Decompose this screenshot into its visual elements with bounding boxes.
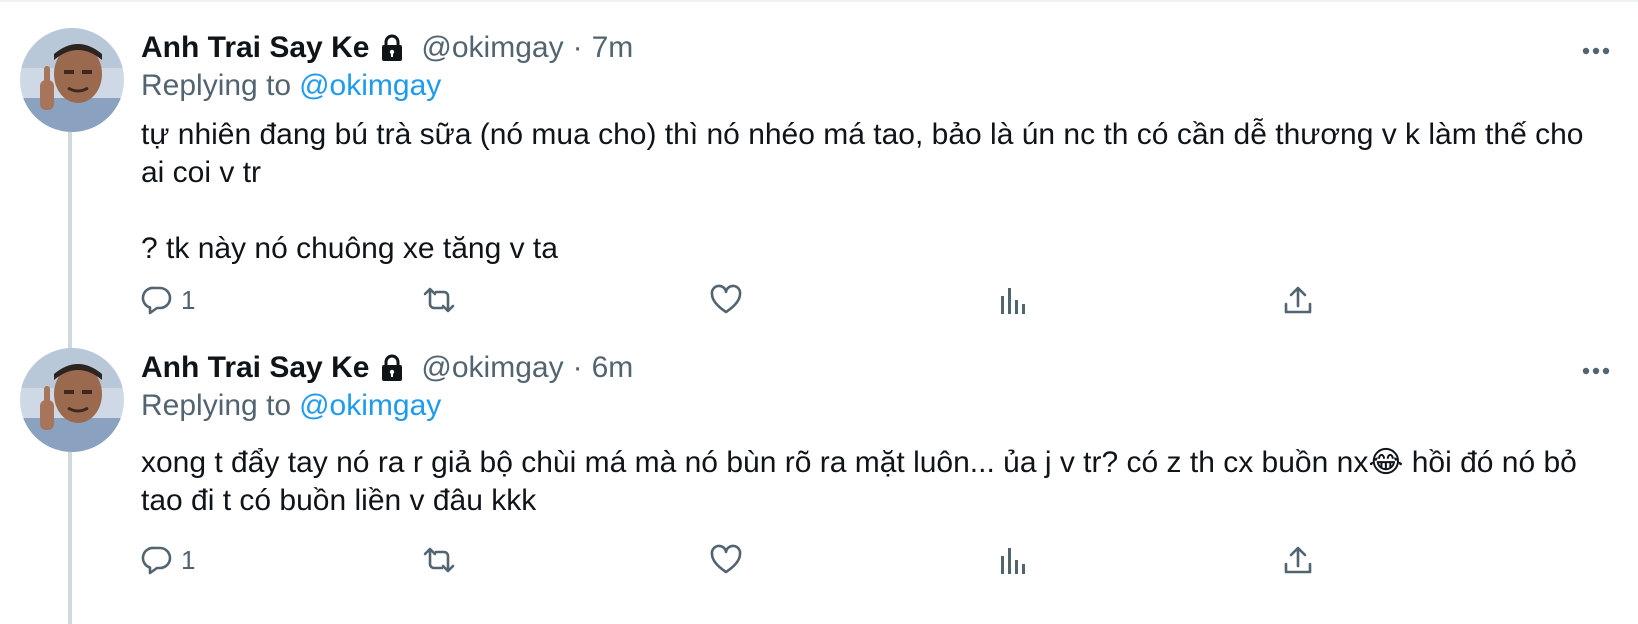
retweet-button[interactable] — [421, 540, 457, 580]
replying-label: Replying to — [141, 69, 292, 102]
views-button[interactable] — [999, 280, 1027, 320]
reply-count: 1 — [181, 544, 196, 575]
views-button[interactable] — [999, 540, 1027, 580]
retweet-icon — [423, 547, 455, 573]
like-icon — [710, 544, 742, 574]
tweet-text: tự nhiên đang bú trà sữa (nó mua cho) th… — [141, 116, 1611, 268]
tweet-header: Anh Trai Say Ke @okimgay · 7m — [141, 28, 633, 68]
mention-link[interactable]: @okimgay — [299, 69, 441, 102]
avatar[interactable] — [20, 28, 124, 132]
tweet[interactable]: Anh Trai Say Ke @okimgay · 6m Replying t… — [0, 340, 1638, 624]
action-bar: 1 — [141, 540, 1441, 580]
tweet-paragraph: ? tk này nó chuông xe tăng v ta — [141, 232, 558, 265]
avatar[interactable] — [20, 348, 124, 452]
share-icon — [1284, 286, 1312, 314]
reply-icon — [141, 286, 172, 315]
reply-icon — [141, 546, 172, 575]
reply-count: 1 — [181, 284, 196, 315]
retweet-button[interactable] — [421, 280, 457, 320]
action-bar: 1 — [141, 280, 1441, 320]
replying-label: Replying to — [141, 389, 292, 422]
views-icon — [1001, 288, 1025, 314]
display-name[interactable]: Anh Trai Say Ke — [141, 351, 369, 385]
like-icon — [710, 284, 742, 314]
more-icon[interactable] — [1582, 363, 1610, 375]
display-name[interactable]: Anh Trai Say Ke — [141, 31, 369, 65]
tweet-paragraph: tự nhiên đang bú trà sữa (nó mua cho) th… — [141, 118, 1584, 189]
separator-dot: · — [572, 31, 583, 64]
tweet-paragraph: xong t đẩy tay nó ra r giả bộ chùi má mà… — [141, 446, 1577, 517]
share-button[interactable] — [1283, 280, 1313, 320]
tweet[interactable]: Anh Trai Say Ke @okimgay · 7m Replying t… — [0, 0, 1638, 340]
share-icon — [1284, 546, 1312, 574]
tweet-header: Anh Trai Say Ke @okimgay · 6m — [141, 348, 633, 388]
share-button[interactable] — [1283, 540, 1313, 580]
separator-dot: · — [572, 351, 583, 384]
more-icon[interactable] — [1582, 43, 1610, 55]
lock-icon — [377, 33, 407, 63]
replying-to: Replying to @okimgay — [141, 389, 441, 423]
replying-to: Replying to @okimgay — [141, 69, 441, 103]
timestamp[interactable]: 7m — [592, 31, 634, 65]
like-button[interactable] — [709, 540, 743, 580]
views-icon — [1001, 548, 1025, 574]
reply-button[interactable]: 1 — [141, 280, 195, 320]
mention-link[interactable]: @okimgay — [299, 389, 441, 422]
lock-icon — [377, 353, 407, 383]
user-handle[interactable]: @okimgay — [421, 351, 563, 385]
user-handle[interactable]: @okimgay — [421, 31, 563, 65]
reply-button[interactable]: 1 — [141, 540, 195, 580]
tweet-text: xong t đẩy tay nó ra r giả bộ chùi má mà… — [141, 444, 1611, 520]
retweet-icon — [423, 287, 455, 313]
timestamp[interactable]: 6m — [592, 351, 634, 385]
like-button[interactable] — [709, 280, 743, 320]
